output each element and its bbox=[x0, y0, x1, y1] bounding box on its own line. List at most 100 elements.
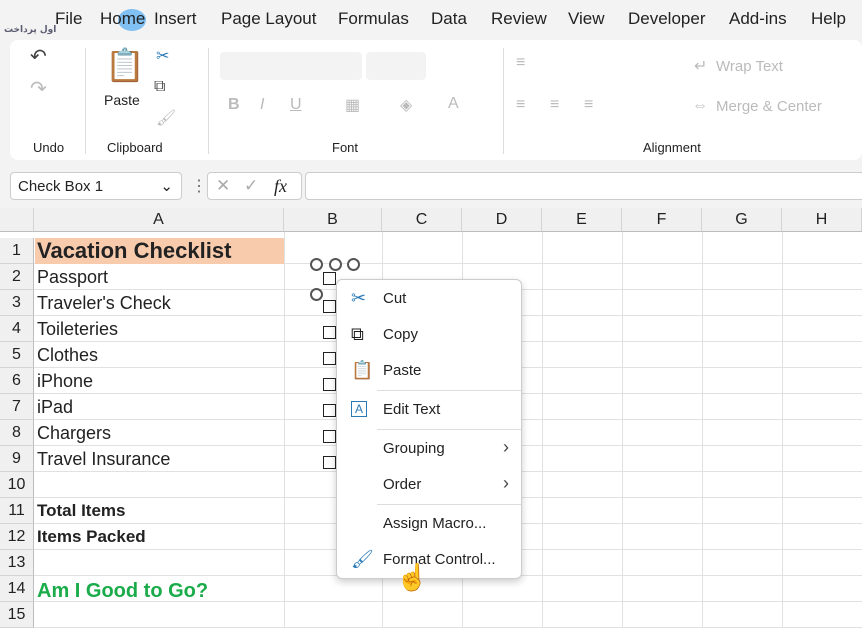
resize-handle[interactable] bbox=[310, 258, 323, 271]
cell-a4[interactable]: Toileteries bbox=[35, 316, 284, 341]
resize-handle[interactable] bbox=[347, 258, 360, 271]
column-header-e[interactable]: E bbox=[542, 208, 622, 232]
checkbox-travelers-check[interactable] bbox=[323, 300, 336, 313]
tab-home[interactable]: Home bbox=[100, 9, 145, 29]
menu-item-edit-text[interactable]: A Edit Text bbox=[337, 393, 521, 427]
column-header-f[interactable]: F bbox=[622, 208, 702, 232]
font-group-label: Font bbox=[332, 140, 359, 155]
menu-item-format-control[interactable]: 🖌 Format Control... bbox=[337, 543, 521, 577]
checkbox-travel-insurance[interactable] bbox=[323, 456, 336, 469]
checkbox-iphone[interactable] bbox=[323, 378, 336, 391]
cell-a2[interactable]: Passport bbox=[35, 264, 284, 289]
row-header-15[interactable]: 15 bbox=[0, 602, 34, 628]
cell-a14[interactable]: Am I Good to Go? bbox=[35, 578, 284, 603]
checkbox-toileteries[interactable] bbox=[323, 326, 336, 339]
row-header-5[interactable]: 5 bbox=[0, 342, 34, 368]
cell-a12[interactable]: Items Packed bbox=[35, 524, 284, 549]
tab-formulas[interactable]: Formulas bbox=[338, 9, 409, 29]
hand-cursor-icon: ☝ bbox=[396, 562, 429, 592]
fill-color-icon: ◈ bbox=[400, 97, 413, 114]
formula-input[interactable] bbox=[305, 172, 862, 200]
cell-a9[interactable]: Travel Insurance bbox=[35, 446, 284, 471]
menu-label: Edit Text bbox=[383, 401, 441, 418]
redo-icon: ↷ bbox=[30, 78, 47, 100]
column-header-c[interactable]: C bbox=[382, 208, 462, 232]
row-header-1[interactable]: 1 bbox=[0, 238, 34, 264]
column-header-b[interactable]: B bbox=[284, 208, 382, 232]
menu-item-grouping[interactable]: Grouping › bbox=[337, 432, 521, 466]
cell-a11[interactable]: Total Items bbox=[35, 498, 284, 523]
checkbox-chargers[interactable] bbox=[323, 430, 336, 443]
chevron-down-icon[interactable]: ⌄ bbox=[160, 177, 173, 195]
italic-icon: I bbox=[260, 96, 265, 113]
row-header-11[interactable]: 11 bbox=[0, 498, 34, 524]
tab-data[interactable]: Data bbox=[431, 9, 467, 29]
font-size-input[interactable] bbox=[366, 52, 426, 80]
align-left-icon: ≡ bbox=[516, 96, 526, 113]
chevron-right-icon: › bbox=[503, 473, 509, 493]
menu-label: Assign Macro... bbox=[383, 515, 487, 532]
menu-label: Order bbox=[383, 476, 422, 493]
select-all-corner[interactable] bbox=[0, 208, 34, 232]
tab-add-ins[interactable]: Add-ins bbox=[729, 9, 787, 29]
underline-icon: U bbox=[290, 96, 302, 113]
menu-item-assign-macro[interactable]: Assign Macro... bbox=[337, 507, 521, 541]
ribbon: ↶ ↷ Undo 📋 Paste ✂ ⧉ 🖌 Clipboard B I U ▦… bbox=[10, 40, 862, 160]
checkbox-passport[interactable] bbox=[323, 272, 336, 285]
cut-icon[interactable]: ✂ bbox=[156, 46, 169, 66]
insert-function-button[interactable]: fx bbox=[274, 176, 287, 197]
menu-item-order[interactable]: Order › bbox=[337, 468, 521, 502]
row-header-10[interactable]: 10 bbox=[0, 472, 34, 498]
paste-button[interactable]: Paste bbox=[104, 92, 140, 108]
row-header-7[interactable]: 7 bbox=[0, 394, 34, 420]
tab-page-layout[interactable]: Page Layout bbox=[221, 9, 316, 29]
resize-handle[interactable] bbox=[329, 258, 342, 271]
paste-icon[interactable]: 📋 bbox=[105, 46, 145, 84]
align-center-icon: ≡ bbox=[550, 96, 560, 113]
row-header-12[interactable]: 12 bbox=[0, 524, 34, 550]
formula-controls: ✕ ✓ fx bbox=[207, 172, 302, 200]
column-header-d[interactable]: D bbox=[462, 208, 542, 232]
menu-item-cut[interactable]: ✂ Cut bbox=[337, 282, 521, 316]
tab-view[interactable]: View bbox=[568, 9, 605, 29]
name-box[interactable]: Check Box 1 ⌄ bbox=[10, 172, 182, 200]
resize-handle[interactable] bbox=[310, 288, 323, 301]
row-header-14[interactable]: 14 bbox=[0, 576, 34, 602]
context-menu: ✂ Cut ⧉ Copy 📋 Paste A Edit Text Grouping › O… bbox=[336, 279, 522, 579]
align-top-icon: ≡ bbox=[516, 54, 526, 71]
tab-review[interactable]: Review bbox=[491, 9, 547, 29]
row-header-2[interactable]: 2 bbox=[0, 264, 34, 290]
tab-file[interactable]: File bbox=[55, 9, 82, 29]
format-painter-icon: 🖌 bbox=[156, 110, 177, 127]
align-right-icon: ≡ bbox=[584, 96, 594, 113]
cell-a5[interactable]: Clothes bbox=[35, 342, 284, 367]
cell-a7[interactable]: iPad bbox=[35, 394, 284, 419]
cell-a3[interactable]: Traveler's Check bbox=[35, 290, 284, 315]
font-name-input[interactable] bbox=[220, 52, 362, 80]
tab-help[interactable]: Help bbox=[811, 9, 846, 29]
cell-a8[interactable]: Chargers bbox=[35, 420, 284, 445]
undo-icon[interactable]: ↶ bbox=[30, 44, 47, 69]
checkbox-clothes[interactable] bbox=[323, 352, 336, 365]
paste-icon: 📋 bbox=[351, 360, 374, 380]
merge-center-icon: ⇔ bbox=[692, 97, 708, 114]
row-header-9[interactable]: 9 bbox=[0, 446, 34, 472]
row-header-8[interactable]: 8 bbox=[0, 420, 34, 446]
tab-insert[interactable]: Insert bbox=[154, 9, 197, 29]
column-header-g[interactable]: G bbox=[702, 208, 782, 232]
column-header-a[interactable]: A bbox=[34, 208, 284, 232]
column-header-h[interactable]: H bbox=[782, 208, 862, 232]
cell-a6[interactable]: iPhone bbox=[35, 368, 284, 393]
row-header-3[interactable]: 3 bbox=[0, 290, 34, 316]
tab-developer[interactable]: Developer bbox=[628, 9, 706, 29]
row-header-13[interactable]: 13 bbox=[0, 550, 34, 576]
menu-item-paste[interactable]: 📋 Paste bbox=[337, 354, 521, 388]
cancel-icon: ✕ bbox=[216, 176, 231, 195]
checkbox-ipad[interactable] bbox=[323, 404, 336, 417]
menu-item-copy[interactable]: ⧉ Copy bbox=[337, 318, 521, 352]
borders-icon: ▦ bbox=[345, 97, 361, 114]
row-header-4[interactable]: 4 bbox=[0, 316, 34, 342]
cell-a1[interactable]: Vacation Checklist bbox=[35, 238, 284, 264]
row-header-6[interactable]: 6 bbox=[0, 368, 34, 394]
copy-icon[interactable]: ⧉ bbox=[154, 78, 165, 96]
